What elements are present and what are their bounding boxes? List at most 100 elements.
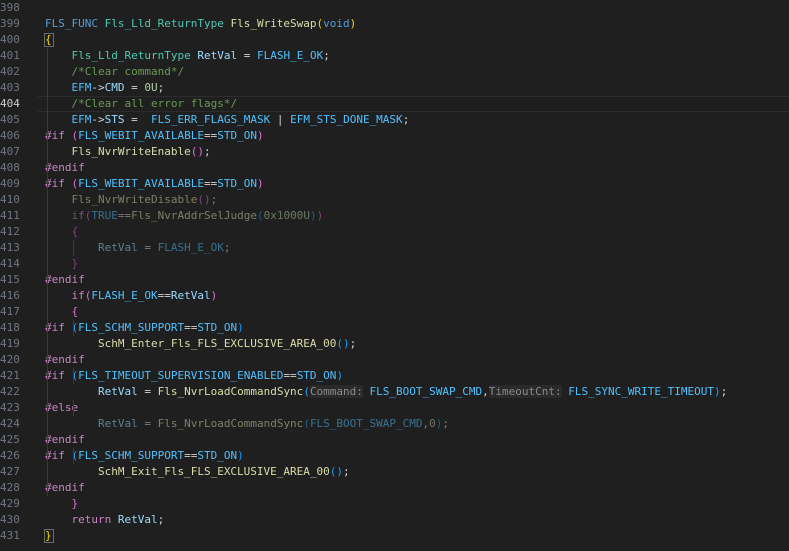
code-line[interactable]: EFM->STS = FLS_ERR_FLAGS_MASK | EFM_STS_… <box>45 112 789 128</box>
code-token: == <box>203 129 218 142</box>
code-token: FLS_BOOT_SWAP_CMD <box>309 417 423 430</box>
code-token: { <box>71 225 79 238</box>
line-number[interactable]: 399 <box>0 16 20 32</box>
line-number[interactable]: 410 <box>0 192 20 208</box>
code-token: ) <box>237 449 244 462</box>
line-number[interactable]: 423 <box>0 400 20 416</box>
line-number[interactable]: 425 <box>0 432 20 448</box>
code-line[interactable]: return RetVal; <box>45 512 789 528</box>
line-number[interactable]: 408 <box>0 160 20 176</box>
code-editor[interactable]: 398 399 400 401 402 403 404 405 406 407 408 409 410 4… <box>0 0 789 551</box>
code-line[interactable] <box>45 0 789 16</box>
code-line[interactable]: Fls_NvrWriteEnable(); <box>45 144 789 160</box>
line-number-gutter[interactable]: 398 399 400 401 402 403 404 405 406 407 408 409 410 4… <box>0 0 38 551</box>
code-line[interactable]: #endif <box>45 352 789 368</box>
code-token: FLASH_E_OK <box>157 241 224 254</box>
code-token: ) <box>237 321 244 334</box>
code-line[interactable]: RetVal = Fls_NvrLoadCommandSync(FLS_BOOT… <box>45 416 789 432</box>
code-line[interactable]: } <box>45 496 789 512</box>
code-line[interactable]: SchM_Exit_Fls_FLS_EXCLUSIVE_AREA_00(); <box>45 464 789 480</box>
code-token: () <box>329 465 344 478</box>
line-number[interactable]: 400 <box>0 32 20 48</box>
code-line[interactable]: #endif <box>45 480 789 496</box>
code-line[interactable]: { <box>45 32 789 48</box>
code-token: if <box>71 289 85 302</box>
code-line[interactable]: #if (FLS_SCHM_SUPPORT==STD_ON) <box>45 320 789 336</box>
line-number[interactable]: 412 <box>0 224 20 240</box>
code-line[interactable]: } <box>45 256 789 272</box>
code-area[interactable]: FLS_FUNC Fls_Lld_ReturnType Fls_WriteSwa… <box>45 0 789 551</box>
code-line[interactable]: #if (FLS_WEBIT_AVAILABLE==STD_ON) <box>45 128 789 144</box>
code-token: -> <box>91 81 105 94</box>
code-line[interactable]: { <box>45 224 789 240</box>
code-line[interactable]: FLS_FUNC Fls_Lld_ReturnType Fls_WriteSwa… <box>45 16 789 32</box>
code-line[interactable]: RetVal = FLASH_E_OK; <box>45 240 789 256</box>
code-token: Fls_NvrWriteEnable <box>71 145 191 158</box>
code-token: FLS_BOOT_SWAP_CMD <box>369 385 483 398</box>
code-token: STD_ON <box>217 129 257 142</box>
line-number[interactable]: 430 <box>0 512 20 528</box>
parameter-hint: TimeoutCnt: <box>488 385 562 398</box>
code-line[interactable]: #endif <box>45 272 789 288</box>
code-token: #endif <box>45 353 85 366</box>
code-line[interactable]: { <box>45 304 789 320</box>
code-token: 0 <box>429 417 436 430</box>
line-number[interactable]: 428 <box>0 480 20 496</box>
code-line[interactable]: EFM->CMD = 0U; <box>45 80 789 96</box>
code-token: ; <box>203 145 211 158</box>
line-number[interactable]: 418 <box>0 320 20 336</box>
line-number[interactable]: 404 <box>0 96 20 112</box>
code-line[interactable]: #if (FLS_SCHM_SUPPORT==STD_ON) <box>45 448 789 464</box>
line-number[interactable]: 421 <box>0 368 20 384</box>
line-number[interactable]: 406 <box>0 128 20 144</box>
code-line[interactable]: #if (FLS_TIMEOUT_SUPERVISION_ENABLED==ST… <box>45 368 789 384</box>
line-number[interactable]: 416 <box>0 288 20 304</box>
line-number[interactable]: 431 <box>0 528 20 544</box>
line-number[interactable]: 424 <box>0 416 20 432</box>
code-line[interactable]: #if (FLS_WEBIT_AVAILABLE==STD_ON) <box>45 176 789 192</box>
code-token: STD_ON <box>197 321 238 334</box>
line-number[interactable]: 402 <box>0 64 20 80</box>
line-number[interactable]: 420 <box>0 352 20 368</box>
line-number[interactable]: 403 <box>0 80 20 96</box>
code-line[interactable]: SchM_Enter_Fls_FLS_EXCLUSIVE_AREA_00(); <box>45 336 789 352</box>
code-token: ; <box>349 337 357 350</box>
line-number[interactable]: 419 <box>0 336 20 352</box>
code-line[interactable]: Fls_NvrWriteDisable(); <box>45 192 789 208</box>
line-number[interactable]: 417 <box>0 304 20 320</box>
line-number[interactable]: 401 <box>0 48 20 64</box>
bracket-match-highlight <box>44 529 54 543</box>
parameter-hint: Command: <box>309 385 363 398</box>
code-token: STD_ON <box>197 449 238 462</box>
code-line[interactable]: /*Clear command*/ <box>45 64 789 80</box>
code-line[interactable]: if(FLASH_E_OK==RetVal) <box>45 288 789 304</box>
code-token: ( <box>303 385 310 398</box>
line-number[interactable]: 407 <box>0 144 20 160</box>
line-number[interactable]: 405 <box>0 112 20 128</box>
line-number[interactable]: 398 <box>0 0 20 16</box>
code-line[interactable]: #endif <box>45 160 789 176</box>
line-number[interactable]: 427 <box>0 464 20 480</box>
line-number[interactable]: 415 <box>0 272 20 288</box>
code-line[interactable]: #else <box>45 400 789 416</box>
line-number[interactable]: 411 <box>0 208 20 224</box>
code-line[interactable]: #endif <box>45 432 789 448</box>
line-number[interactable]: 414 <box>0 256 20 272</box>
line-number[interactable]: 409 <box>0 176 20 192</box>
code-line[interactable]: } <box>45 528 789 544</box>
line-number[interactable]: 429 <box>0 496 20 512</box>
code-line[interactable]: /*Clear all error flags*/ <box>45 96 789 112</box>
line-number[interactable]: 422 <box>0 384 20 400</box>
line-number[interactable]: 413 <box>0 240 20 256</box>
code-token: ; <box>210 193 218 206</box>
code-token: #endif <box>45 161 85 174</box>
code-line[interactable]: if(TRUE==Fls_NvrAddrSelJudge(0x1000U)) <box>45 208 789 224</box>
line-number[interactable]: 426 <box>0 448 20 464</box>
code-line[interactable]: Fls_Lld_ReturnType RetVal = FLASH_E_OK; <box>45 48 789 64</box>
code-token: ) <box>309 209 317 222</box>
code-line[interactable]: RetVal = Fls_NvrLoadCommandSync(Command:… <box>45 384 789 400</box>
